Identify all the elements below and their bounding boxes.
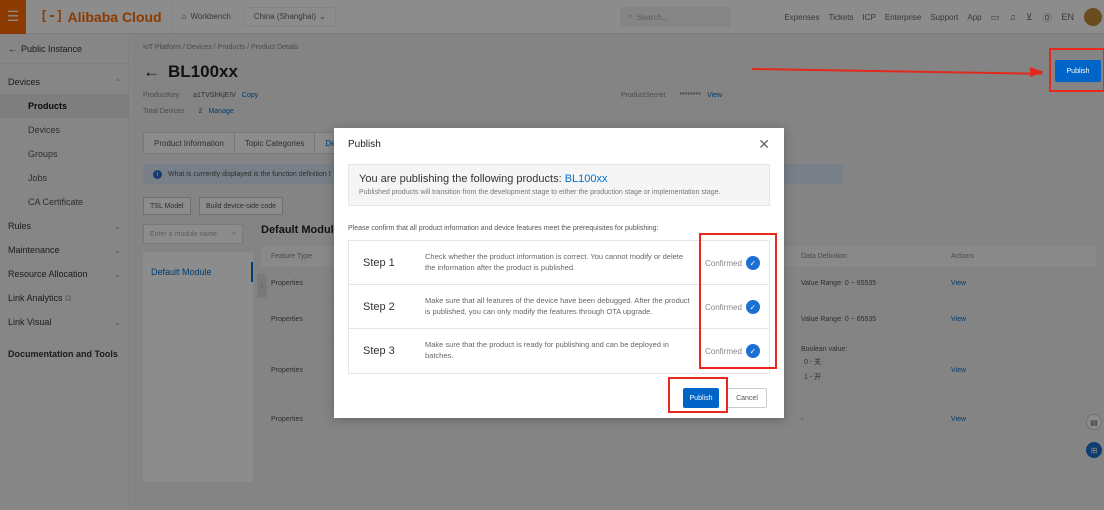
step-name: Step 2 xyxy=(363,301,395,313)
highlight-box xyxy=(1049,48,1104,92)
step-name: Step 1 xyxy=(363,257,395,269)
highlight-box xyxy=(699,233,777,369)
step-desc: Make sure that the product is ready for … xyxy=(425,340,669,360)
heading-product: BL100xx xyxy=(564,173,608,185)
close-icon[interactable]: ✕ xyxy=(758,136,770,153)
summary-heading: You are publishing the following product… xyxy=(359,173,759,185)
dialog-note: Please confirm that all product informat… xyxy=(348,225,659,232)
step-name: Step 3 xyxy=(363,345,395,357)
step-desc: Check whether the product information is… xyxy=(425,252,684,272)
dialog-title: Publish xyxy=(348,138,381,150)
cancel-button[interactable]: Cancel xyxy=(727,388,767,408)
heading-prefix: You are publishing the following product… xyxy=(359,173,565,185)
annotation-arrow-head xyxy=(1030,67,1044,77)
dialog-summary: You are publishing the following product… xyxy=(348,164,770,206)
dialog-header: Publish ✕ xyxy=(334,128,784,160)
step-desc: Make sure that all features of the devic… xyxy=(425,296,690,316)
summary-subtext: Published products will transition from … xyxy=(359,189,721,196)
highlight-box xyxy=(668,377,728,413)
